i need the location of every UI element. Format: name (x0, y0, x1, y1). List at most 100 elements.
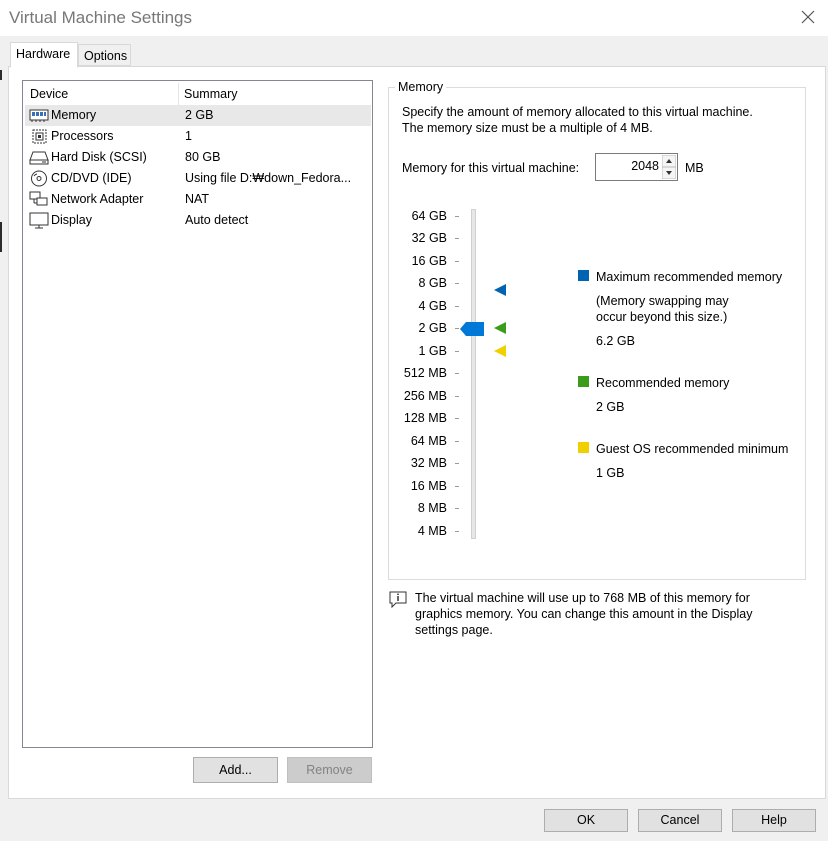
scale-label: 1 GB (418, 344, 448, 358)
info-icon (389, 591, 407, 608)
scale-label: 32 GB (411, 231, 447, 245)
legend-max-note: occur beyond this size.) (596, 310, 728, 324)
scale-tick (455, 328, 459, 329)
device-summary: NAT (185, 192, 210, 206)
scale-label: 16 GB (411, 254, 447, 268)
device-summary: Using file D:₩down_Fedora... (185, 171, 352, 185)
scale-tick (455, 261, 459, 262)
legend-recommended-value: 2 GB (596, 400, 625, 414)
scale-tick (455, 463, 459, 464)
info-line: The virtual machine will use up to 768 M… (415, 591, 750, 605)
device-summary: Auto detect (185, 213, 249, 227)
scale-tick (455, 238, 459, 239)
guest-min-marker-icon (494, 345, 506, 357)
help-button[interactable]: Help (732, 809, 816, 832)
device-name: Processors (51, 129, 114, 143)
device-summary: 2 GB (185, 108, 214, 122)
column-header-device[interactable]: Device (30, 87, 68, 101)
legend-max-note: (Memory swapping may (596, 294, 729, 308)
display-icon (29, 212, 49, 229)
recommended-swatch (578, 376, 589, 387)
network-adapter-icon (29, 191, 48, 206)
memory-slider-track[interactable] (471, 209, 476, 539)
device-name: Network Adapter (51, 192, 144, 206)
tab-hardware[interactable]: Hardware (10, 42, 78, 68)
scale-label: 64 GB (411, 209, 447, 223)
scale-label: 512 MB (403, 366, 447, 380)
memory-description: Specify the amount of memory allocated t… (402, 104, 802, 136)
ok-button[interactable]: OK (544, 809, 628, 832)
cd-dvd-icon (31, 170, 47, 187)
close-icon[interactable] (798, 7, 818, 27)
device-summary: 1 (185, 129, 192, 143)
tab-options[interactable]: Options (78, 44, 131, 66)
device-row-processors[interactable]: Processors 1 (25, 126, 371, 147)
scale-label: 4 GB (418, 299, 448, 313)
scale-label: 8 GB (418, 276, 448, 290)
memory-unit: MB (685, 161, 704, 175)
legend-recommended-label: Recommended memory (596, 376, 730, 390)
scale-tick (455, 531, 459, 532)
max-recommended-marker-icon (494, 284, 506, 296)
device-row-display[interactable]: Display Auto detect (25, 210, 371, 231)
window-edge-marker (0, 222, 2, 252)
device-name: Hard Disk (SCSI) (51, 150, 147, 164)
legend-guest-min-label: Guest OS recommended minimum (596, 442, 789, 456)
scale-label: 2 GB (418, 321, 448, 335)
memory-slider-thumb[interactable] (460, 321, 485, 337)
scale-tick (455, 306, 459, 307)
device-row-network-adapter[interactable]: Network Adapter NAT (25, 189, 371, 210)
window-title: Virtual Machine Settings (9, 8, 193, 27)
memory-value[interactable]: 2048 (631, 159, 659, 173)
memory-description-line: The memory size must be a multiple of 4 … (402, 121, 653, 135)
spin-arrows-icon[interactable] (662, 155, 676, 179)
memory-description-line: Specify the amount of memory allocated t… (402, 105, 753, 119)
cancel-button[interactable]: Cancel (638, 809, 722, 832)
memory-group-label: Memory (395, 80, 447, 94)
scale-tick (455, 441, 459, 442)
recommended-marker-icon (494, 322, 506, 334)
scale-label: 64 MB (410, 434, 447, 448)
graphics-memory-info: The virtual machine will use up to 768 M… (415, 590, 795, 638)
scale-label: 16 MB (410, 479, 447, 493)
device-name: CD/DVD (IDE) (51, 171, 132, 185)
remove-device-button[interactable]: Remove (287, 757, 372, 783)
scale-label: 128 MB (403, 411, 447, 425)
device-list[interactable]: Device Summary Memory 2 GB Processors 1 … (22, 80, 373, 748)
scale-tick (455, 418, 459, 419)
window-edge-marker (0, 70, 2, 80)
guest-min-swatch (578, 442, 589, 453)
scale-label: 4 MB (417, 524, 447, 538)
column-header-summary[interactable]: Summary (184, 87, 237, 101)
device-row-hard-disk[interactable]: Hard Disk (SCSI) 80 GB (25, 147, 371, 168)
scale-tick (455, 396, 459, 397)
device-row-cd-dvd[interactable]: CD/DVD (IDE) Using file D:₩down_Fedora..… (25, 168, 371, 189)
memory-spinbox[interactable]: 2048 (595, 153, 678, 181)
legend-guest-min-value: 1 GB (596, 466, 625, 480)
scale-label: 256 MB (403, 389, 447, 403)
add-device-button[interactable]: Add... (193, 757, 278, 783)
tab-options-label: Options (84, 49, 128, 63)
device-row-memory[interactable]: Memory 2 GB (25, 105, 371, 126)
device-name: Display (51, 213, 92, 227)
column-separator[interactable] (178, 83, 179, 105)
memory-field-label: Memory for this virtual machine: (402, 161, 580, 175)
scale-tick (455, 486, 459, 487)
tab-hardware-label: Hardware (16, 47, 71, 61)
info-line: settings page. (415, 623, 493, 637)
legend-max-value: 6.2 GB (596, 334, 635, 348)
scale-tick (455, 216, 459, 217)
max-recommended-swatch (578, 270, 589, 281)
device-summary: 80 GB (185, 150, 221, 164)
legend-max-label: Maximum recommended memory (596, 270, 783, 284)
scale-label: 32 MB (410, 456, 447, 470)
scale-label: 8 MB (417, 501, 447, 515)
memory-icon (29, 109, 49, 122)
info-line: graphics memory. You can change this amo… (415, 607, 753, 621)
scale-tick (455, 508, 459, 509)
device-list-header: Device Summary (23, 81, 372, 105)
scale-tick (455, 373, 459, 374)
title-bar: Virtual Machine Settings (0, 0, 828, 36)
scale-tick (455, 283, 459, 284)
device-name: Memory (51, 108, 97, 122)
